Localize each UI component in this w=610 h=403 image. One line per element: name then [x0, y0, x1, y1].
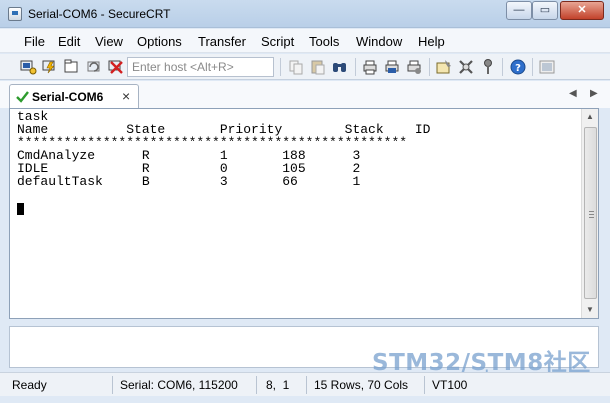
menu-tools[interactable]: Tools — [309, 34, 339, 49]
toolbar: ? — [0, 54, 610, 80]
tab-scroll-left-icon[interactable]: ◀ — [569, 88, 577, 99]
screenshot-icon[interactable] — [538, 58, 556, 76]
menu-window[interactable]: Window — [356, 34, 402, 49]
status-emulation: VT100 — [432, 378, 468, 392]
close-window-button[interactable]: ✕ — [560, 1, 604, 20]
global-options-icon[interactable] — [457, 58, 475, 76]
tab-close-icon[interactable]: × — [122, 88, 130, 104]
toolbar-separator — [280, 58, 281, 76]
connected-check-icon — [16, 90, 29, 103]
menu-script[interactable]: Script — [261, 34, 294, 49]
connect-in-tab-icon[interactable] — [63, 58, 81, 76]
menu-file[interactable]: File — [24, 34, 45, 49]
terminal-scrollbar[interactable]: ▲ ▼ — [581, 109, 598, 318]
scroll-up-icon[interactable]: ▲ — [582, 109, 598, 125]
terminal-output: task Name State Priority Stack ID ********… — [17, 110, 430, 188]
svg-text:?: ? — [515, 63, 521, 74]
quick-connect-icon[interactable] — [41, 58, 59, 76]
print-setup-icon[interactable] — [405, 58, 423, 76]
securecrt-app-icon[interactable] — [8, 7, 22, 21]
keymap-icon[interactable] — [479, 58, 497, 76]
status-separator — [112, 376, 113, 394]
scrollbar-grip — [589, 211, 594, 218]
connect-icon[interactable] — [19, 58, 37, 76]
find-icon[interactable] — [331, 58, 349, 76]
tab-scroll-right-icon[interactable]: ▶ — [590, 88, 598, 99]
menu-help[interactable]: Help — [418, 34, 445, 49]
tab-serial-com6[interactable]: Serial-COM6 × — [9, 84, 139, 108]
maximize-button[interactable]: ▭ — [532, 1, 558, 20]
tab-strip: Serial-COM6 × — [0, 81, 610, 108]
paste-icon[interactable] — [309, 58, 327, 76]
tab-label: Serial-COM6 — [32, 90, 104, 104]
terminal-cursor — [17, 203, 24, 215]
minimize-button[interactable]: — — [506, 1, 532, 20]
status-separator — [256, 376, 257, 394]
toolbar-separator — [355, 58, 356, 76]
status-ready: Ready — [12, 378, 47, 392]
print-selection-icon[interactable] — [383, 58, 401, 76]
window-bottom-edge — [0, 396, 610, 403]
status-separator — [424, 376, 425, 394]
window-title: Serial-COM6 - SecureCRT — [28, 7, 171, 21]
title-bar: Serial-COM6 - SecureCRT — ▭ ✕ — [0, 0, 610, 28]
menu-transfer[interactable]: Transfer — [198, 34, 246, 49]
scrollbar-thumb[interactable] — [584, 127, 597, 299]
terminal-line: defaultTask B 3 66 1 — [17, 174, 361, 189]
menu-bar: File Edit View Options Transfer Script T… — [0, 29, 610, 53]
toolbar-separator — [532, 58, 533, 76]
menu-edit[interactable]: Edit — [58, 34, 80, 49]
status-size: 15 Rows, 70 Cols — [314, 378, 409, 392]
scroll-down-icon[interactable]: ▼ — [582, 302, 598, 318]
session-options-icon[interactable] — [435, 58, 453, 76]
toolbar-separator — [502, 58, 503, 76]
print-icon[interactable] — [361, 58, 379, 76]
terminal-view[interactable]: task Name State Priority Stack ID ********… — [9, 108, 599, 319]
menu-view[interactable]: View — [95, 34, 123, 49]
menu-options[interactable]: Options — [137, 34, 182, 49]
copy-icon[interactable] — [287, 58, 305, 76]
status-connection: Serial: COM6, 115200 — [120, 378, 238, 392]
disconnect-icon[interactable] — [107, 58, 125, 76]
reconnect-icon[interactable] — [85, 58, 103, 76]
status-separator — [306, 376, 307, 394]
toolbar-separator — [429, 58, 430, 76]
status-cursor-position: 8, 1 — [266, 378, 290, 392]
host-input[interactable] — [127, 57, 274, 77]
help-icon[interactable]: ? — [509, 58, 527, 76]
status-bar: Ready Serial: COM6, 115200 8, 1 15 Rows,… — [0, 372, 610, 396]
